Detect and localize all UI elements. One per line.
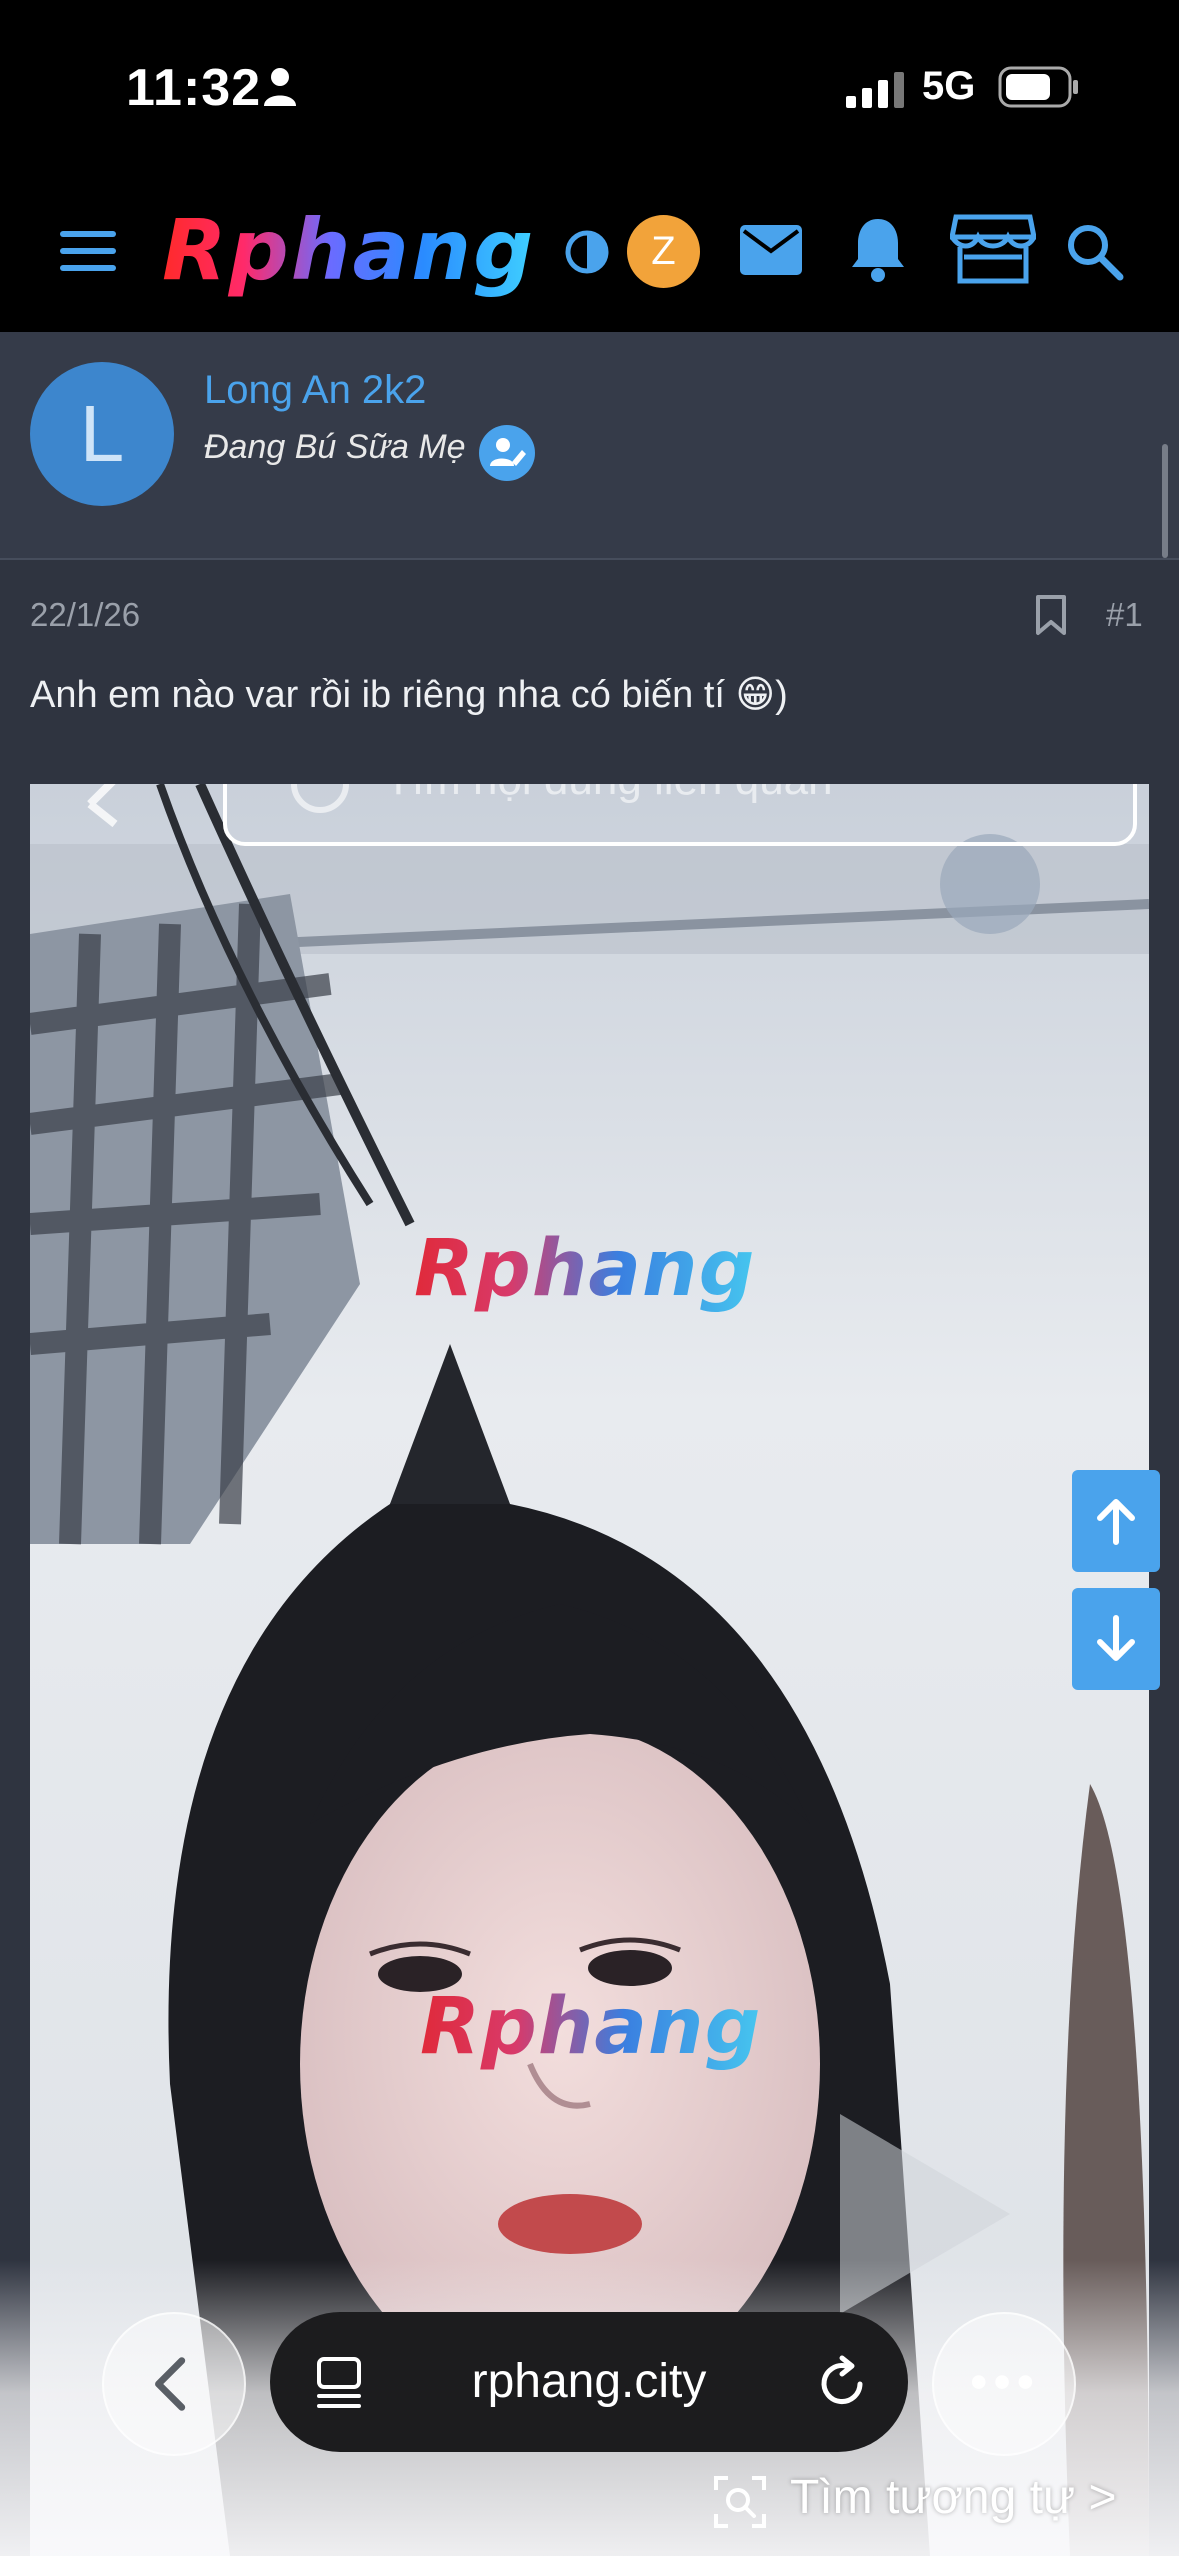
image-watermark-top: Rphang — [414, 1224, 756, 1314]
more-icon — [971, 2375, 1033, 2389]
reload-icon[interactable] — [816, 2354, 870, 2410]
arrow-down-icon — [1097, 1615, 1135, 1661]
signal-icon — [846, 72, 904, 108]
post-date[interactable]: 22/1/26 — [30, 596, 140, 634]
person-icon — [264, 68, 296, 106]
tabs-icon[interactable] — [316, 2356, 366, 2410]
chevron-left-icon — [155, 2357, 186, 2411]
browser-more-button[interactable] — [932, 2312, 1076, 2456]
overlay-search-text: Tìm nội dung liên quan — [385, 784, 833, 804]
visual-lookup-icon[interactable] — [712, 2474, 768, 2530]
scroll-to-top-button[interactable] — [1072, 1470, 1160, 1572]
post-body: Anh em nào var rồi ib riêng nha có biến … — [30, 674, 788, 716]
bell-icon[interactable] — [848, 215, 908, 283]
network-type: 5G — [922, 64, 976, 108]
address-bar[interactable]: rphang.city — [270, 2312, 908, 2452]
status-bar: 11:32 5G — [0, 0, 1179, 175]
theme-toggle-icon[interactable] — [562, 227, 612, 277]
scroll-to-bottom-button[interactable] — [1072, 1588, 1160, 1690]
search-icon[interactable] — [1064, 221, 1124, 281]
author-name[interactable]: Long An 2k2 — [204, 368, 426, 413]
image-watermark-bottom: Rphang — [420, 1982, 762, 2072]
site-logo[interactable]: Rphang — [162, 201, 535, 299]
find-similar-chevron: > — [1088, 2471, 1117, 2524]
find-similar-text: Tìm tương tự — [790, 2471, 1076, 2524]
bookmark-icon[interactable] — [1034, 594, 1068, 636]
author-title: Đang Bú Sữa Mẹ — [204, 428, 466, 466]
page-scrollbar[interactable] — [1162, 444, 1168, 558]
status-time: 11:32 — [126, 59, 262, 117]
find-similar-label[interactable]: Tìm tương tự > — [790, 2470, 1117, 2525]
arrow-up-icon — [1097, 1499, 1135, 1545]
mail-icon[interactable] — [738, 223, 804, 277]
author-block: L Long An 2k2 Đang Bú Sữa Mẹ — [0, 332, 1179, 560]
menu-icon[interactable] — [58, 227, 120, 275]
browser-back-button[interactable] — [102, 2312, 246, 2456]
post-number[interactable]: #1 — [1106, 596, 1143, 634]
battery-icon — [998, 66, 1078, 108]
user-avatar[interactable]: Z — [627, 215, 700, 288]
thread-content: L Long An 2k2 Đang Bú Sữa Mẹ 22/1/26 #1 … — [0, 332, 1179, 2556]
user-badge-icon — [479, 425, 535, 481]
author-avatar[interactable]: L — [30, 362, 174, 506]
site-header: Rphang Z — [0, 175, 1179, 332]
store-icon[interactable] — [950, 213, 1036, 285]
